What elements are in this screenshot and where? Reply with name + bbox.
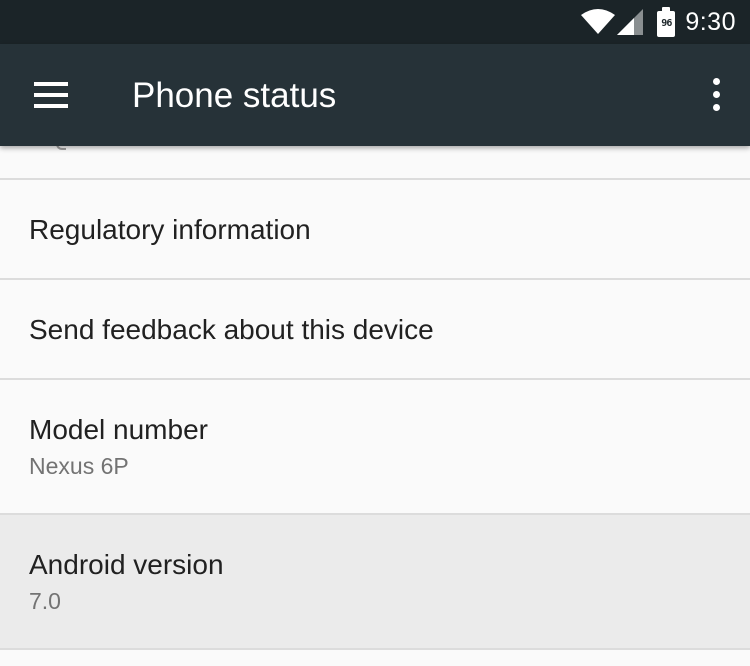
- list-item-send-feedback[interactable]: Send feedback about this device: [0, 280, 750, 380]
- list-item-summary: 7.0: [29, 588, 61, 614]
- list-item-title: Send feedback about this device: [29, 314, 434, 345]
- list-item-android-version[interactable]: Android version 7.0: [0, 515, 750, 650]
- partial-text-fragment: [56, 146, 66, 150]
- phone-status-screen: 96 9:30 Phone status Regulatory informat…: [0, 0, 750, 666]
- list-item-title: Model number: [29, 414, 208, 445]
- wifi-icon: [581, 9, 616, 34]
- page-title: Phone status: [132, 76, 337, 115]
- more-vert-icon[interactable]: [708, 78, 724, 112]
- list-item-title: Android version: [29, 549, 224, 580]
- list-item-model-number[interactable]: Model number Nexus 6P: [0, 380, 750, 515]
- status-clock: 9:30: [685, 7, 736, 36]
- settings-list: Regulatory information Send feedback abo…: [0, 146, 750, 650]
- status-bar: 96 9:30: [0, 0, 750, 44]
- battery-icon: 96: [657, 7, 676, 37]
- list-item-title: Regulatory information: [29, 214, 311, 245]
- menu-icon[interactable]: [34, 82, 68, 108]
- list-item-partial[interactable]: [0, 146, 750, 180]
- list-item-regulatory-information[interactable]: Regulatory information: [0, 180, 750, 280]
- list-item-summary: Nexus 6P: [29, 453, 129, 479]
- battery-level: 96: [657, 11, 676, 37]
- status-icons: 96 9:30: [581, 0, 736, 44]
- app-bar: Phone status: [0, 44, 750, 146]
- cellular-signal-icon: [617, 9, 644, 35]
